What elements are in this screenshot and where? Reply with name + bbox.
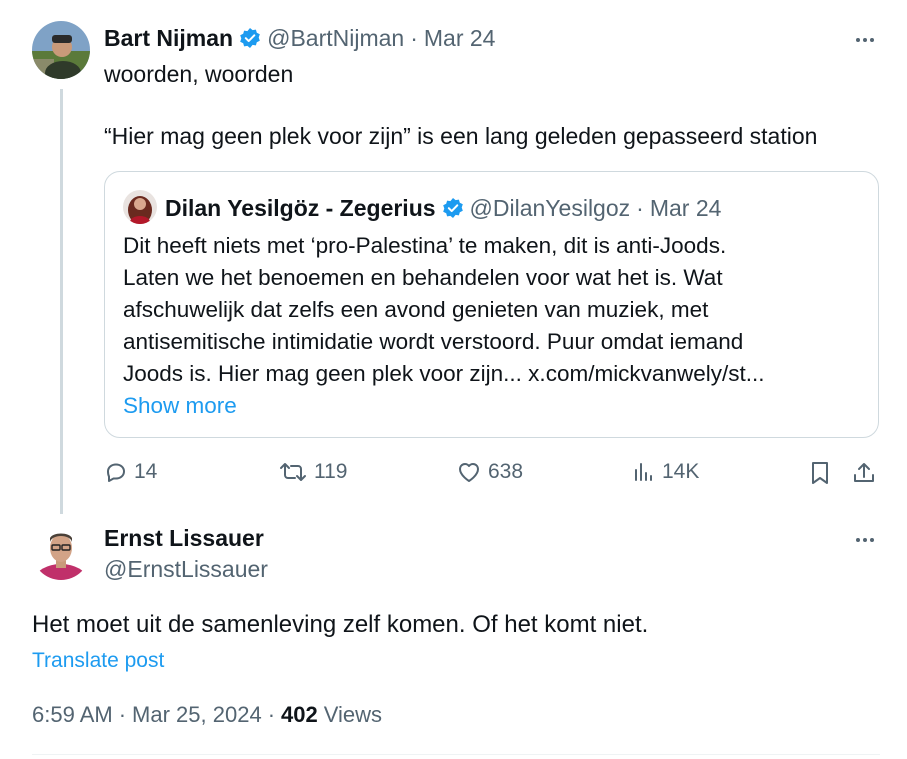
- tweet-date[interactable]: Mar 24: [424, 25, 496, 52]
- translate-post-link[interactable]: Translate post: [32, 648, 164, 674]
- reply-button[interactable]: 14: [104, 460, 157, 484]
- author-name[interactable]: Bart Nijman: [104, 25, 233, 52]
- tweet-text-line-1: woorden, woorden: [104, 60, 294, 87]
- main-tweet-text: Het moet uit de samenleving zelf komen. …: [32, 611, 649, 638]
- tweet-time[interactable]: 6:59 AM: [32, 702, 113, 728]
- quote-author-name[interactable]: Dilan Yesilgöz - Zegerius: [165, 195, 436, 222]
- views-bar-icon: [635, 463, 652, 481]
- quote-author-handle[interactable]: @DilanYesilgoz: [470, 195, 631, 222]
- views-label: Views: [323, 702, 383, 727]
- main-author-name[interactable]: Ernst Lissauer: [104, 524, 264, 552]
- show-more-link[interactable]: Show more: [123, 390, 764, 422]
- tweet-meta: 6:59 AM · Mar 25, 2024 · 402 Views: [32, 700, 382, 730]
- more-dots-icon[interactable]: [856, 538, 874, 542]
- heart-icon: [459, 463, 479, 482]
- reply-icon: [107, 463, 125, 482]
- separator: ·: [267, 702, 276, 727]
- verified-badge-icon: [239, 27, 261, 49]
- share-icon: [854, 463, 874, 482]
- quote-line: Dit heeft niets met ‘pro-Palestina’ te m…: [123, 233, 727, 258]
- main-author-handle[interactable]: @ErnstLissauer: [104, 555, 268, 583]
- like-button[interactable]: 638: [456, 460, 523, 484]
- quote-line: antisemitische intimidatie wordt verstoo…: [123, 329, 744, 354]
- views-button[interactable]: 14K: [632, 460, 699, 484]
- author-handle[interactable]: @BartNijman: [267, 25, 404, 52]
- retweet-icon: [280, 463, 306, 481]
- tweet-text-line-2: “Hier mag geen plek voor zijn” is een la…: [104, 122, 818, 149]
- ernst-avatar[interactable]: [32, 522, 90, 580]
- divider: [32, 754, 880, 755]
- views-count: 14K: [662, 460, 700, 483]
- separator: ·: [118, 702, 127, 727]
- quote-line: Laten we het benoemen en behandelen voor…: [123, 265, 723, 290]
- retweet-count: 119: [314, 460, 348, 483]
- reply-count: 14: [134, 460, 158, 483]
- parent-header: Bart Nijman @BartNijman · Mar 24: [104, 24, 495, 52]
- tweet-full-date[interactable]: Mar 25, 2024: [132, 702, 262, 728]
- quote-date[interactable]: Mar 24: [650, 195, 722, 222]
- separator: ·: [410, 24, 418, 51]
- quote-line: afschuwelijk dat zelfs een avond geniete…: [123, 297, 709, 322]
- like-count: 638: [488, 460, 524, 483]
- verified-badge-icon: [442, 197, 464, 219]
- bart-avatar[interactable]: [32, 21, 90, 79]
- quote-text: Dit heeft niets met ‘pro-Palestina’ te m…: [123, 230, 764, 422]
- dilan-avatar[interactable]: [123, 190, 157, 224]
- bookmark-icon: [812, 462, 828, 484]
- bookmark-button[interactable]: [809, 460, 837, 486]
- retweet-button[interactable]: 119: [278, 460, 347, 484]
- quote-header: Dilan Yesilgöz - Zegerius @DilanYesilgoz…: [165, 194, 721, 222]
- more-dots-icon[interactable]: [856, 38, 874, 42]
- separator: ·: [636, 194, 644, 221]
- thread-connector-line: [60, 89, 63, 514]
- share-button[interactable]: [851, 460, 883, 486]
- quote-line: Joods is. Hier mag geen plek voor zijn..…: [123, 361, 765, 386]
- views-number: 402: [281, 702, 318, 727]
